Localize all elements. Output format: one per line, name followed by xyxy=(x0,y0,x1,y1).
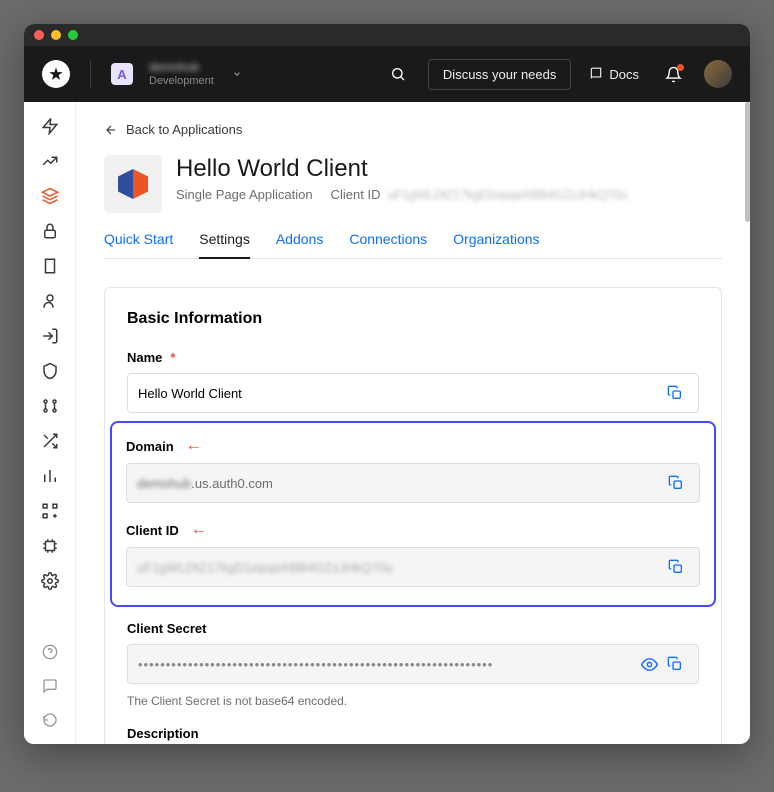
copy-secret-button[interactable] xyxy=(662,651,688,677)
sidebar-item-login[interactable] xyxy=(40,326,60,346)
back-to-applications-link[interactable]: Back to Applications xyxy=(104,122,722,137)
sidebar-item-shuffle[interactable] xyxy=(40,431,60,451)
docs-label: Docs xyxy=(609,67,639,82)
domain-suffix: .us.auth0.com xyxy=(191,476,273,491)
reveal-secret-button[interactable] xyxy=(636,651,662,677)
sidebar-history-icon[interactable] xyxy=(40,710,60,730)
application-title: Hello World Client xyxy=(176,155,627,183)
sidebar-item-settings[interactable] xyxy=(40,571,60,591)
sidebar-item-organizations[interactable] xyxy=(40,256,60,276)
copy-icon xyxy=(667,656,683,672)
tenant-environment: Development xyxy=(149,75,214,88)
tab-settings[interactable]: Settings xyxy=(199,231,250,259)
sidebar-item-extensions[interactable] xyxy=(40,536,60,556)
domain-prefix-blurred: demohub xyxy=(137,476,191,491)
copy-icon xyxy=(668,559,684,575)
description-label: Description xyxy=(127,726,199,741)
basic-information-heading: Basic Information xyxy=(127,310,699,328)
client-id-value-preview: uF1gWLDtZ17kgD1epqaXBB4GZzJHkQ70u xyxy=(388,187,627,202)
clientid-label: Client ID xyxy=(126,523,179,538)
client-secret-help: The Client Secret is not base64 encoded. xyxy=(127,694,699,708)
back-link-label: Back to Applications xyxy=(126,122,242,137)
arrow-annotation-icon: ← xyxy=(191,521,207,539)
tab-organizations[interactable]: Organizations xyxy=(453,231,539,258)
sidebar xyxy=(24,102,76,744)
tenant-switcher[interactable]: demohub Development xyxy=(149,60,214,88)
name-input[interactable] xyxy=(138,386,662,401)
maximize-window-button[interactable] xyxy=(68,30,78,40)
copy-clientid-button[interactable] xyxy=(663,554,689,580)
copy-icon xyxy=(668,475,684,491)
chevron-down-icon xyxy=(232,69,242,79)
search-icon[interactable] xyxy=(390,66,406,82)
name-label: Name xyxy=(127,350,162,365)
discuss-needs-button[interactable]: Discuss your needs xyxy=(428,59,571,90)
client-secret-label: Client Secret xyxy=(127,621,206,636)
arrow-annotation-icon: ← xyxy=(186,437,202,455)
sidebar-item-authentication[interactable] xyxy=(40,221,60,241)
domain-label: Domain xyxy=(126,439,174,454)
sidebar-item-activity[interactable] xyxy=(40,116,60,136)
user-avatar[interactable] xyxy=(704,60,732,88)
notification-indicator xyxy=(677,64,684,71)
application-tabs: Quick Start Settings Addons Connections … xyxy=(104,231,722,259)
book-icon xyxy=(589,67,603,81)
client-secret-masked: ••••••••••••••••••••••••••••••••••••••••… xyxy=(138,657,636,672)
highlighted-credentials: Domain ← demohub.us.auth0.com Client xyxy=(110,421,716,607)
client-secret-field: ••••••••••••••••••••••••••••••••••••••••… xyxy=(127,644,699,684)
tab-quick-start[interactable]: Quick Start xyxy=(104,231,173,258)
sidebar-item-marketplace[interactable] xyxy=(40,501,60,521)
scrollbar[interactable] xyxy=(745,102,750,222)
application-type: Single Page Application xyxy=(176,187,313,202)
tab-addons[interactable]: Addons xyxy=(276,231,323,258)
mac-titlebar xyxy=(24,24,750,46)
eye-icon xyxy=(641,656,658,673)
docs-link[interactable]: Docs xyxy=(589,67,639,82)
notifications-button[interactable] xyxy=(665,66,682,83)
client-id-label: Client ID xyxy=(331,187,381,202)
clientid-value: uF1gWLDtZ17kgD1epqaXBB4GZzJHkQ70u xyxy=(137,560,663,575)
tab-connections[interactable]: Connections xyxy=(349,231,427,258)
name-input-wrapper xyxy=(127,373,699,413)
copy-domain-button[interactable] xyxy=(663,470,689,496)
main-content: Back to Applications Hello World Client … xyxy=(76,102,750,744)
required-indicator: * xyxy=(170,350,175,365)
tenant-badge: A xyxy=(111,63,133,85)
close-window-button[interactable] xyxy=(34,30,44,40)
brand-logo[interactable] xyxy=(42,60,70,88)
minimize-window-button[interactable] xyxy=(51,30,61,40)
copy-name-button[interactable] xyxy=(662,380,688,406)
sidebar-item-monitoring[interactable] xyxy=(40,466,60,486)
application-icon xyxy=(104,155,162,213)
basic-information-card: Basic Information Name * xyxy=(104,287,722,744)
sidebar-item-users[interactable] xyxy=(40,291,60,311)
sidebar-item-security[interactable] xyxy=(40,361,60,381)
clientid-field: uF1gWLDtZ17kgD1epqaXBB4GZzJHkQ70u xyxy=(126,547,700,587)
divider xyxy=(90,60,91,88)
sidebar-item-actions[interactable] xyxy=(40,396,60,416)
sidebar-feedback-icon[interactable] xyxy=(40,676,60,696)
tenant-name: demohub xyxy=(149,60,214,74)
arrow-left-icon xyxy=(104,123,118,137)
domain-field: demohub.us.auth0.com xyxy=(126,463,700,503)
sidebar-item-trends[interactable] xyxy=(40,151,60,171)
sidebar-help-icon[interactable] xyxy=(40,642,60,662)
sidebar-item-applications[interactable] xyxy=(40,186,60,206)
copy-icon xyxy=(667,385,683,401)
app-logo-hexagon xyxy=(118,169,148,199)
top-navigation: A demohub Development Discuss your needs… xyxy=(24,46,750,102)
